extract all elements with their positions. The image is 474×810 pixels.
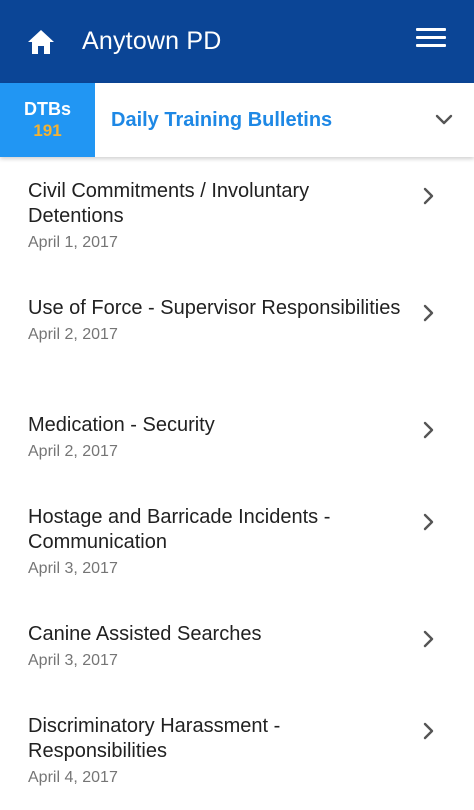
bulletin-item[interactable]: Use of Force - Supervisor Responsibiliti… [0, 274, 474, 391]
bulletin-title: Discriminatory Harassment - Responsibili… [28, 715, 281, 762]
bulletin-list: Civil Commitments / Involuntary Detentio… [0, 157, 474, 802]
chevron-right-icon [423, 722, 434, 740]
section-dropdown-toggle[interactable] [414, 83, 474, 157]
menu-button[interactable] [416, 28, 446, 56]
app-header: Anytown PD [0, 0, 474, 83]
bulletin-item[interactable]: Canine Assisted Searches April 3, 2017 [0, 600, 474, 692]
app-title: Anytown PD [82, 27, 222, 55]
chevron-right-icon [423, 187, 434, 205]
bulletin-title: Canine Assisted Searches [28, 623, 262, 645]
section-selector[interactable]: DTBs 191 Daily Training Bulletins [0, 83, 474, 157]
bulletin-title: Hostage and Barricade Incidents - Commun… [28, 506, 331, 553]
bulletin-date: April 3, 2017 [28, 560, 118, 577]
dtb-badge: DTBs 191 [0, 83, 95, 157]
bulletin-date: April 2, 2017 [28, 326, 118, 343]
home-icon [28, 30, 54, 54]
chevron-right-icon [423, 630, 434, 648]
bulletin-title: Use of Force - Supervisor Responsibiliti… [28, 297, 401, 319]
chevron-down-icon [435, 114, 453, 125]
chevron-right-icon [423, 513, 434, 531]
bulletin-date: April 3, 2017 [28, 652, 118, 669]
home-button[interactable] [24, 26, 58, 58]
section-title: Daily Training Bulletins [111, 108, 333, 131]
bulletin-date: April 1, 2017 [28, 234, 118, 251]
hamburger-menu-icon [416, 28, 446, 47]
bulletin-title: Medication - Security [28, 414, 215, 436]
chevron-right-icon [423, 304, 434, 322]
chevron-right-icon [423, 421, 434, 439]
dtb-badge-count: 191 [33, 121, 62, 140]
bulletin-title: Civil Commitments / Involuntary Detentio… [28, 180, 310, 227]
bulletin-item[interactable]: Medication - Security April 2, 2017 [0, 391, 474, 483]
bulletin-item[interactable]: Hostage and Barricade Incidents - Commun… [0, 483, 474, 600]
dtb-badge-label: DTBs [23, 99, 71, 119]
app-root: Anytown PD DTBs 191 Daily Training Bulle… [0, 0, 474, 810]
bulletin-item[interactable]: Discriminatory Harassment - Responsibili… [0, 692, 474, 802]
bulletin-date: April 2, 2017 [28, 443, 118, 460]
bulletin-item[interactable]: Civil Commitments / Involuntary Detentio… [0, 157, 474, 274]
bulletin-date: April 4, 2017 [28, 769, 118, 786]
